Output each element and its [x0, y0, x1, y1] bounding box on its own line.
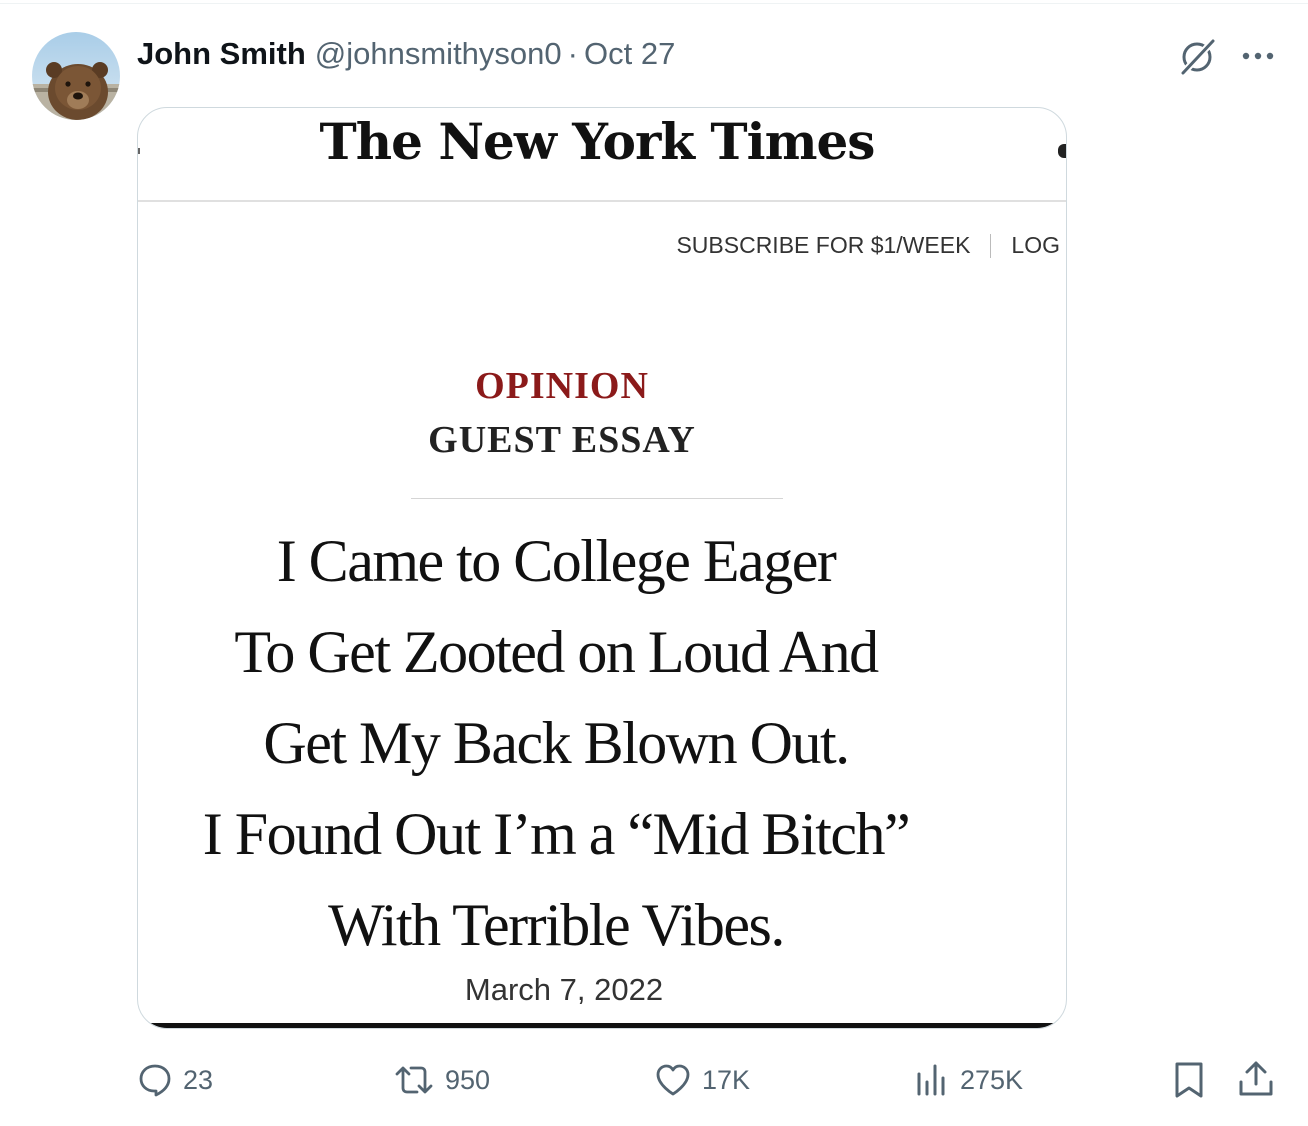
post-image[interactable]: The New York Times SUBSCRIBE FOR $1/WEEK… — [137, 107, 1067, 1029]
headline-line: I Found Out I’m a “Mid Bitch” — [202, 801, 911, 867]
article-kicker: OPINION — [475, 365, 649, 407]
bear-avatar-icon — [32, 32, 120, 120]
repost-button[interactable]: 950 — [393, 1060, 490, 1100]
heart-icon — [656, 1064, 690, 1096]
bookmark-icon[interactable] — [1170, 1060, 1208, 1100]
views-count: 275K — [960, 1064, 1024, 1095]
reply-icon — [139, 1064, 171, 1097]
author-handle[interactable]: @johnsmithyson0 — [315, 36, 562, 72]
grok-icon[interactable] — [1178, 36, 1218, 76]
headline-line: With Terrible Vibes. — [328, 892, 785, 958]
image-bottom-edge — [138, 1023, 1066, 1028]
post-timestamp[interactable]: Oct 27 — [584, 36, 675, 72]
reply-count: 23 — [183, 1064, 214, 1095]
post-header: John Smith @johnsmithyson0 · Oct 27 — [137, 34, 675, 74]
headline-line: Get My Back Blown Out. — [263, 710, 850, 776]
masthead-divider — [138, 200, 1066, 202]
subscribe-link: SUBSCRIBE FOR $1/WEEK — [676, 232, 971, 258]
article-section: GUEST ESSAY — [428, 419, 696, 461]
headline-line: I Came to College Eager — [276, 528, 837, 594]
nav-divider — [990, 233, 992, 258]
article-date: March 7, 2022 — [464, 972, 664, 1007]
avatar[interactable] — [32, 32, 120, 120]
like-count: 17K — [702, 1064, 751, 1095]
headline-divider — [411, 498, 783, 499]
analytics-icon — [917, 1064, 945, 1096]
newspaper-masthead: The New York Times — [319, 112, 876, 171]
like-button[interactable]: 17K — [654, 1060, 750, 1100]
header-separator: · — [567, 36, 578, 71]
newspaper-nav: SUBSCRIBE FOR $1/WEEK LOG — [676, 232, 1060, 259]
reply-button[interactable]: 23 — [137, 1060, 213, 1100]
top-divider — [0, 3, 1308, 4]
views-button[interactable]: 275K — [914, 1060, 1023, 1100]
more-icon[interactable] — [1238, 42, 1278, 70]
repost-icon — [395, 1066, 433, 1094]
share-icon[interactable] — [1236, 1058, 1276, 1100]
author-display-name[interactable]: John Smith — [137, 36, 306, 72]
login-link: LOG — [1011, 232, 1060, 258]
headline-line: To Get Zooted on Loud And — [234, 619, 879, 685]
article-headline: I Came to College Eager To Get Zooted on… — [138, 516, 1020, 971]
repost-count: 950 — [445, 1064, 491, 1095]
